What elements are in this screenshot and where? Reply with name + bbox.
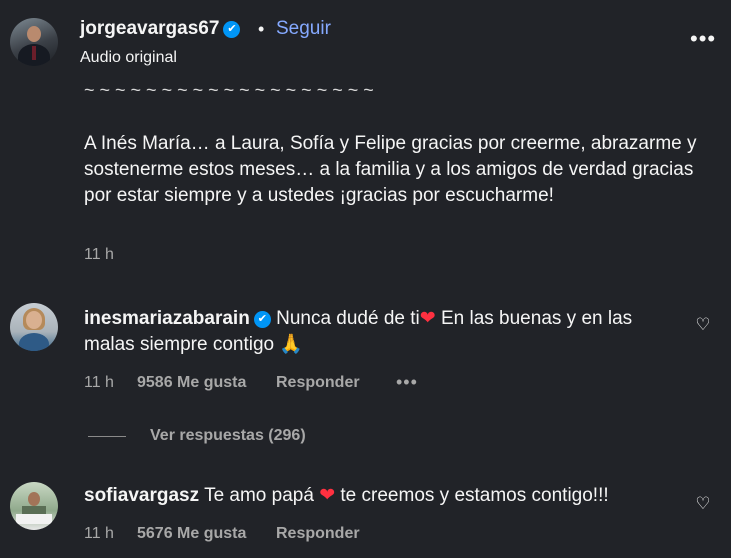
separator-dot: • bbox=[258, 19, 265, 39]
reply-button[interactable]: Responder bbox=[276, 374, 360, 392]
like-icon[interactable]: ♡ bbox=[694, 316, 712, 334]
comment-body-cont: te creemos y estamos contigo!!! bbox=[335, 485, 609, 506]
verified-badge-icon: ✔ bbox=[223, 21, 241, 38]
comment-text: sofiavargasz Te amo papá ❤ te creemos y … bbox=[84, 483, 674, 509]
comment-body: Nunca dudé de ti bbox=[276, 308, 420, 329]
post-caption: A Inés María… a Laura, Sofía y Felipe gr… bbox=[84, 133, 697, 206]
audio-link[interactable]: Audio original bbox=[80, 49, 177, 67]
follow-button[interactable]: Seguir bbox=[276, 18, 331, 40]
comment-body: Te amo papá bbox=[204, 485, 320, 506]
caption-time: 11 h bbox=[84, 246, 114, 263]
comment-time: 11 h bbox=[84, 525, 114, 542]
reply-button-text[interactable]: Responder bbox=[276, 374, 360, 391]
author-username-text[interactable]: jorgeavargas67 bbox=[80, 18, 219, 39]
reply-button[interactable]: Responder bbox=[276, 525, 360, 543]
praying-hands-emoji: 🙏 bbox=[279, 334, 304, 355]
comment-likes[interactable]: 9586 Me gusta bbox=[137, 374, 246, 392]
reply-button-text[interactable]: Responder bbox=[276, 525, 360, 542]
comment-likes-text[interactable]: 9586 Me gusta bbox=[137, 374, 246, 391]
post-header: jorgeavargas67 ✔ • Seguir Audio original … bbox=[0, 0, 731, 84]
like-icon[interactable]: ♡ bbox=[694, 495, 712, 513]
red-heart-emoji: ❤ bbox=[419, 308, 436, 329]
commenter-avatar[interactable] bbox=[10, 482, 58, 530]
author-username[interactable]: jorgeavargas67 ✔ bbox=[80, 18, 241, 40]
more-options-icon[interactable]: ••• bbox=[690, 28, 716, 50]
author-avatar[interactable] bbox=[10, 18, 58, 66]
comment-username[interactable]: sofiavargasz bbox=[84, 485, 199, 506]
red-heart-emoji: ❤ bbox=[319, 485, 336, 506]
comment-username[interactable]: inesmariazabarain bbox=[84, 308, 250, 329]
view-replies-button[interactable]: Ver respuestas (296) bbox=[150, 427, 306, 445]
comment-likes-text[interactable]: 5676 Me gusta bbox=[137, 525, 246, 542]
comment-text: inesmariazabarain ✔ Nunca dudé de ti❤ En … bbox=[84, 306, 674, 358]
comment-time: 11 h bbox=[84, 374, 114, 391]
comment-options-icon[interactable]: ••• bbox=[396, 372, 418, 393]
comment-likes[interactable]: 5676 Me gusta bbox=[137, 525, 246, 543]
commenter-avatar[interactable] bbox=[10, 303, 58, 351]
verified-badge-icon: ✔ bbox=[253, 311, 271, 328]
replies-divider bbox=[88, 436, 126, 437]
